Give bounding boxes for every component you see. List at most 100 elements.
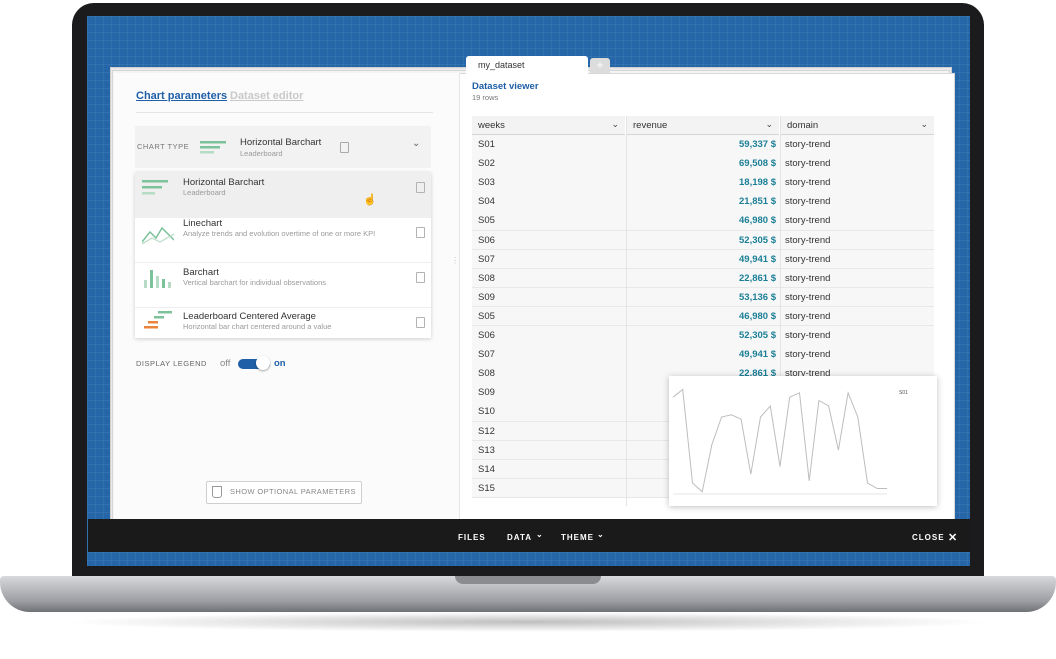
table-row[interactable]: S04 21,851 $ story-trend: [472, 192, 934, 212]
copy-icon[interactable]: [416, 272, 425, 283]
option-title: Linechart: [183, 218, 223, 229]
cell-domain: story-trend: [785, 196, 831, 208]
divider: [136, 112, 433, 113]
linechart-icon: [142, 226, 174, 245]
tab-chart-parameters[interactable]: Chart parameters: [136, 90, 227, 102]
data-menu[interactable]: DATA: [507, 533, 532, 542]
table-row[interactable]: S07 49,941 $ story-trend: [472, 249, 934, 270]
cell-domain: story-trend: [785, 234, 831, 246]
cell-weeks: S08: [478, 368, 495, 380]
table-row[interactable]: S07 49,941 $ story-trend: [472, 345, 934, 365]
table-row[interactable]: S03 18,198 $ story-trend: [472, 173, 934, 193]
show-optional-parameters-label: SHOW OPTIONAL PARAMETERS: [230, 487, 356, 496]
option-title: Leaderboard Centered Average: [183, 311, 316, 322]
table-row[interactable]: S06 52,305 $ story-trend: [472, 230, 934, 250]
cell-revenue: 22,861 $: [739, 272, 776, 284]
copy-icon[interactable]: [416, 317, 425, 328]
cell-weeks: S09: [478, 387, 495, 399]
option-title: Barchart: [183, 267, 219, 278]
cell-revenue: 46,980 $: [739, 310, 776, 322]
cell-weeks: S07: [478, 349, 495, 361]
cell-weeks: S06: [478, 234, 495, 246]
option-subtitle: Vertical barchart for individual observa…: [183, 278, 326, 287]
line-chart: S01: [672, 388, 908, 495]
table-row[interactable]: S05 46,980 $ story-trend: [472, 306, 934, 327]
row-count: 19 rows: [472, 93, 499, 102]
option-title: Horizontal Barchart: [183, 177, 265, 188]
cell-weeks: S05: [478, 310, 495, 322]
table-row[interactable]: S01 59,337 $ story-trend: [472, 135, 934, 155]
laptop-shadow: [60, 612, 996, 632]
table-row[interactable]: S08 22,861 $ story-trend: [472, 268, 934, 289]
column-header-revenue[interactable]: revenue ⌄: [627, 116, 779, 135]
cell-revenue: 18,198 $: [739, 177, 776, 189]
cell-domain: story-trend: [785, 139, 831, 150]
leaderboard-centered-icon: [144, 311, 172, 329]
chevron-down-icon[interactable]: ⌄: [536, 530, 544, 539]
close-button[interactable]: CLOSE: [912, 533, 945, 542]
cell-weeks: S01: [478, 139, 495, 150]
chart-preview: S01: [669, 376, 937, 506]
cell-weeks: S02: [478, 158, 495, 170]
cell-weeks: S10: [478, 406, 495, 418]
table-row[interactable]: S02 69,508 $ story-trend: [472, 154, 934, 174]
table-row[interactable]: S06 52,305 $ story-trend: [472, 326, 934, 346]
cell-domain: story-trend: [785, 215, 831, 227]
cell-weeks: S04: [478, 196, 495, 208]
cell-weeks: S13: [478, 444, 495, 456]
cell-domain: story-trend: [785, 310, 831, 322]
chevron-down-icon[interactable]: ⌄: [611, 119, 619, 130]
barchart-icon: [144, 270, 171, 288]
laptop-hinge-notch: [455, 576, 601, 584]
cell-revenue: 53,136 $: [739, 291, 776, 303]
cell-domain: story-trend: [785, 330, 831, 341]
close-icon[interactable]: ✕: [948, 531, 958, 544]
chevron-down-icon[interactable]: ⌄: [765, 119, 773, 130]
cell-domain: story-trend: [785, 158, 831, 170]
column-header-domain[interactable]: domain ⌄: [781, 116, 934, 135]
cell-revenue: 69,508 $: [739, 158, 776, 170]
copy-icon[interactable]: [340, 142, 349, 153]
copy-icon[interactable]: [416, 227, 425, 238]
dataset-tab-label: my_dataset: [478, 60, 525, 70]
dataset-viewer-title: Dataset viewer: [472, 81, 539, 92]
cell-weeks: S03: [478, 177, 495, 189]
column-header-weeks[interactable]: weeks ⌄: [472, 116, 625, 135]
cell-weeks: S08: [478, 272, 495, 284]
column-divider: [780, 116, 781, 376]
tab-dataset-editor[interactable]: Dataset editor: [230, 90, 303, 102]
cell-weeks: S12: [478, 425, 495, 437]
cell-revenue: 59,337 $: [739, 139, 776, 150]
cell-weeks: S06: [478, 330, 495, 341]
cell-revenue: 21,851 $: [739, 196, 776, 208]
horizontal-barchart-icon: [200, 141, 226, 154]
cell-domain: story-trend: [785, 272, 831, 284]
panel-resize-handle[interactable]: ⋮: [451, 256, 459, 265]
selected-chart-subtitle: Leaderboard: [240, 149, 283, 158]
toggle-knob[interactable]: [256, 356, 270, 370]
cell-weeks: S14: [478, 463, 495, 475]
cell-domain: story-trend: [785, 177, 831, 189]
add-tab-button[interactable]: +: [590, 58, 610, 73]
series-line: [672, 388, 887, 493]
copy-icon[interactable]: [416, 182, 425, 193]
cell-revenue: 52,305 $: [739, 330, 776, 341]
hand-cursor-icon: ☝: [363, 194, 377, 206]
horizontal-barchart-icon: [142, 180, 168, 195]
chevron-down-icon[interactable]: ⌄: [597, 530, 605, 539]
table-row[interactable]: S09 53,136 $ story-trend: [472, 287, 934, 308]
table-row[interactable]: S05 46,980 $ story-trend: [472, 211, 934, 231]
display-legend-label: DISPLAY LEGEND: [136, 359, 207, 368]
chevron-down-icon[interactable]: ⌄: [412, 138, 420, 149]
cell-weeks: S07: [478, 253, 495, 265]
option-subtitle: Horizontal bar chart centered around a v…: [183, 322, 332, 331]
cell-revenue: 52,305 $: [739, 234, 776, 246]
cell-weeks: S05: [478, 215, 495, 227]
legend-off-label: off: [220, 358, 231, 369]
chevron-down-icon[interactable]: ⌄: [920, 119, 928, 130]
files-menu[interactable]: FILES: [458, 533, 486, 542]
theme-menu[interactable]: THEME: [561, 533, 594, 542]
column-divider: [626, 116, 627, 506]
option-linechart[interactable]: [135, 217, 431, 263]
option-subtitle: Analyze trends and evolution overtime of…: [183, 229, 376, 238]
